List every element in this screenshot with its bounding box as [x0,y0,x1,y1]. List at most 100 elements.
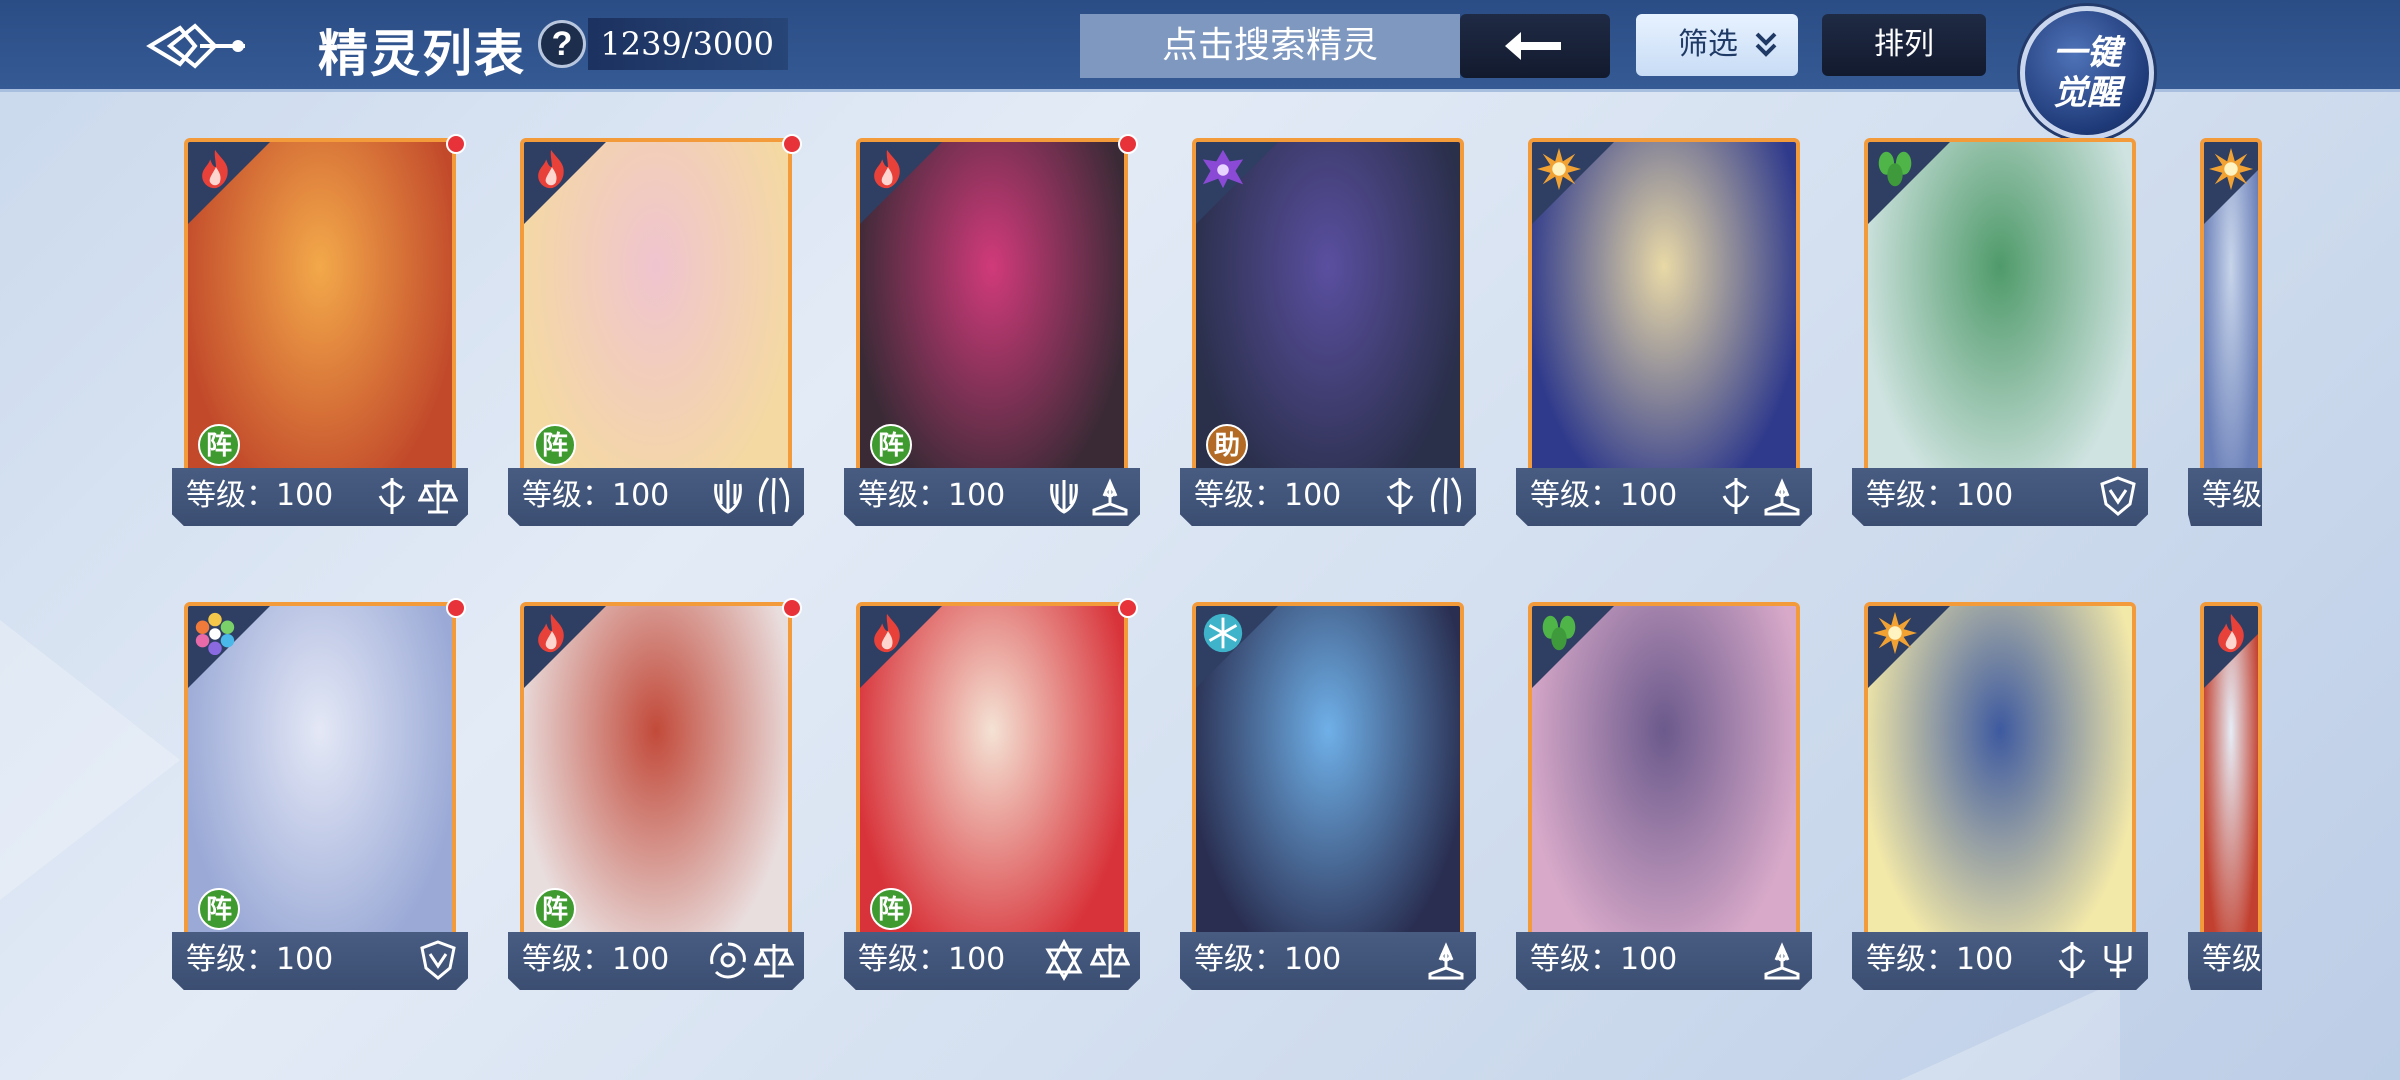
role-badge: 阵 [198,424,240,466]
notification-dot [446,598,466,618]
class-icons [2098,474,2138,518]
class-icons [1762,938,1802,982]
class-icons [1044,938,1130,982]
class-icons [708,474,794,518]
spirit-card[interactable]: 等级：100 [1852,138,2148,558]
sword-icon [378,478,406,514]
spirit-card[interactable]: 阵等级：100 [508,134,804,558]
spirit-card[interactable]: 等级：100 [1180,602,1476,1022]
filter-button[interactable]: 筛选 [1636,14,1798,76]
trident-icon [2104,944,2132,978]
light-icon [2208,147,2254,191]
notification-dot [1118,598,1138,618]
fire-icon [874,149,900,189]
fire-icon [2218,613,2244,653]
class-icons [372,474,458,518]
fire-icon [202,149,228,189]
spirit-portrait: 阵 [184,602,456,966]
card-footer: 等级：100 [172,932,468,990]
spirit-card[interactable]: 助等级：100 [1180,138,1476,558]
awaken-label-line2: 觉醒 [2053,73,2121,113]
level-label: 等级 [2202,942,2262,977]
card-footer: 等级：100 [508,468,804,526]
class-icons [1380,474,1466,518]
level-label: 等级：100 [858,478,1006,513]
rainbow-icon [195,612,235,656]
role-badge: 阵 [870,888,912,930]
book-icon [1764,478,1800,516]
spirit-card[interactable]: 阵等级：100 [172,134,468,558]
card-footer: 等级：100 [1516,468,1812,526]
card-footer: 等级：100 [1852,468,2148,526]
class-icons [418,938,458,982]
level-label: 等级：100 [858,942,1006,977]
spirit-card[interactable]: 阵等级：100 [844,598,1140,1022]
class-icons [708,938,794,982]
role-badge: 助 [1206,424,1248,466]
light-icon [1536,147,1582,191]
spirit-card[interactable]: 等级 [2188,602,2262,1022]
claw-icon [1430,477,1462,515]
spirit-portrait [2200,602,2262,966]
sort-button[interactable]: 排列 [1822,14,1986,76]
level-label: 等级：100 [1530,942,1678,977]
sword-icon [1386,478,1414,514]
spirit-count: 1239/3000 [588,18,788,70]
swirl-icon [710,942,746,979]
class-icons [1716,474,1802,518]
role-badge: 阵 [198,888,240,930]
arrow-left-icon [1505,32,1561,60]
spirit-portrait [1528,602,1800,966]
level-label: 等级：100 [522,942,670,977]
spirit-card[interactable]: 阵等级：100 [172,598,468,1022]
spirit-card[interactable]: 等级 [2188,138,2262,558]
shield-icon [2100,476,2136,516]
page-title: 精灵列表 [318,25,526,83]
spirit-card[interactable]: 等级：100 [1516,138,1812,558]
wood-icon [1878,151,1912,187]
level-label: 等级 [2202,478,2262,513]
card-footer: 等级：100 [508,932,804,990]
star-icon [1045,938,1083,982]
spirit-portrait [2200,138,2262,502]
sword-icon [2058,942,2086,978]
spirit-portrait [1192,602,1464,966]
help-button[interactable]: ? [538,20,586,68]
spirit-card[interactable]: 等级：100 [1852,602,2148,1022]
one-click-awaken-button[interactable]: 一键 觉醒 [2020,6,2154,140]
search-input[interactable]: 点击搜索精灵 [1080,14,1460,78]
back-button[interactable] [1460,14,1610,78]
awaken-label-line1: 一键 [2053,33,2121,73]
spirit-portrait: 阵 [520,138,792,502]
chevron-down-icon [1755,32,1777,57]
card-footer: 等级：100 [1516,932,1812,990]
level-label: 等级：100 [1866,478,2014,513]
book-icon [1092,478,1128,516]
scale-icon [1090,944,1130,978]
spirit-card[interactable]: 等级：100 [1516,602,1812,1022]
book-icon [1764,942,1800,980]
card-footer: 等级：100 [172,468,468,526]
level-label: 等级：100 [1866,942,2014,977]
card-footer: 等级：100 [844,468,1140,526]
fist-icon [714,480,742,514]
class-icons [2052,938,2138,982]
class-icons [1044,474,1130,518]
fire-icon [538,613,564,653]
role-badge: 阵 [870,424,912,466]
spirit-card[interactable]: 阵等级：100 [508,598,804,1022]
role-badge: 阵 [534,888,576,930]
card-footer: 等级：100 [1180,468,1476,526]
spirit-card[interactable]: 阵等级：100 [844,134,1140,558]
scale-icon [418,480,458,514]
filter-label: 筛选 [1678,27,1738,62]
spirit-emblem-icon [146,23,245,69]
claw-icon [758,477,790,515]
fire-icon [874,613,900,653]
fist-icon [1050,480,1078,514]
spirit-portrait [1864,602,2136,966]
book-icon [1428,942,1464,980]
notification-dot [1118,134,1138,154]
card-footer: 等级：100 [844,932,1140,990]
card-footer: 等级：100 [1852,932,2148,990]
